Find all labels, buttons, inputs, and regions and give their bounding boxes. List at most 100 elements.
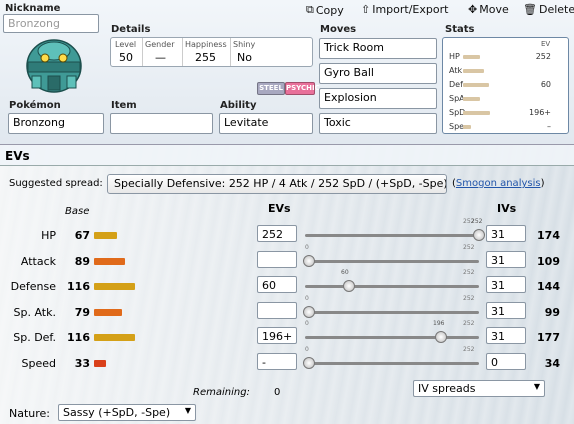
remaining-label: Remaining: (193, 387, 250, 398)
stat-name: Defense (10, 280, 56, 294)
nickname-input[interactable]: Bronzong (3, 14, 99, 33)
stat-name: Sp. Def. (13, 331, 56, 345)
stat-row: HP 67 252 252 252 31 174 (0, 218, 574, 251)
ev-input[interactable]: 60 (257, 276, 297, 294)
copy-label: Copy (315, 3, 344, 17)
type-badge-psychic: PSYCHIC (285, 82, 320, 95)
stats-ev-header: EV (541, 40, 551, 48)
slider-max-label: 252 (463, 243, 475, 251)
chevron-down-icon: ▼ (184, 406, 191, 415)
pokemon-label: Pokémon (9, 100, 61, 111)
ev-slider-handle[interactable] (343, 280, 355, 293)
base-stat-value: 116 (67, 331, 90, 345)
shiny-label: Shiny (233, 40, 256, 49)
ev-slider-handle[interactable] (303, 357, 315, 369)
ev-input[interactable]: 252 (257, 225, 297, 242)
iv-spreads-select[interactable]: IV spreads ▼ (413, 380, 545, 397)
stat-name: Attack (20, 254, 56, 268)
stat-row: Attack 89 0 252 31 109 (0, 244, 574, 277)
nature-select[interactable]: Sassy (+SpD, -Spe) ▼ (58, 404, 196, 421)
shiny-value: No (237, 51, 252, 64)
remaining-value: 0 (274, 387, 281, 398)
ev-editor-panel: EVs Suggested spread: Specially Defensiv… (0, 145, 574, 424)
base-stat-value: 89 (74, 254, 90, 268)
smogon-analysis-link[interactable]: Smogon analysis (456, 178, 541, 189)
stat-summary-label: Spe (449, 122, 465, 131)
stat-summary-ev: – (547, 122, 551, 131)
stat-summary-bar (463, 97, 480, 101)
stat-summary-bar (463, 69, 484, 73)
base-stat-value: 33 (74, 357, 90, 370)
ev-slider-handle[interactable] (435, 331, 447, 344)
stat-summary-ev: 196+ (529, 108, 551, 117)
ev-slider-track[interactable] (305, 234, 479, 237)
stat-summary-bar (463, 125, 471, 129)
stat-name: Sp. Atk. (13, 305, 56, 319)
ev-slider-track[interactable] (305, 285, 479, 289)
stat-row: Sp. Atk. 79 0 252 31 99 (0, 295, 574, 328)
ev-input[interactable]: 196+ (257, 327, 297, 345)
ability-input[interactable]: Levitate (219, 113, 313, 134)
iv-input[interactable]: 0 (486, 353, 526, 370)
base-stat-value: 116 (67, 280, 90, 294)
ev-slider-track[interactable] (305, 259, 479, 263)
copy-button[interactable]: ⧉ Copy (306, 3, 344, 17)
stat-name: HP (41, 229, 56, 242)
base-stat-value: 67 (74, 229, 90, 242)
pokemon-input[interactable]: Bronzong (8, 113, 104, 134)
ev-slider-handle[interactable] (473, 229, 485, 241)
delete-label: Delete (538, 3, 574, 16)
slider-min-label: 0 (305, 243, 309, 251)
slider-value-label: 60 (341, 269, 349, 277)
ev-input[interactable]: - (257, 353, 297, 370)
ev-slider-track[interactable] (305, 362, 479, 365)
slider-min-label: 0 (305, 320, 309, 328)
import-export-label: Import/Export (372, 3, 449, 16)
move-4-input[interactable]: Toxic (319, 113, 437, 134)
iv-input[interactable]: 31 (486, 250, 526, 268)
slider-max-label: 252 (463, 346, 475, 353)
ev-slider-handle[interactable] (303, 254, 315, 267)
stat-summary-bar (463, 55, 480, 59)
ev-slider-handle[interactable] (303, 305, 315, 318)
move-button[interactable]: ✥ Move (468, 3, 509, 16)
ability-label: Ability (220, 100, 257, 111)
move-1-input[interactable]: Trick Room (319, 38, 437, 59)
stat-summary-label: HP (449, 52, 460, 61)
details-label: Details (111, 24, 151, 35)
move-2-input[interactable]: Gyro Ball (319, 63, 437, 84)
iv-spreads-value: IV spreads (418, 382, 476, 395)
ev-input[interactable] (257, 301, 297, 319)
base-header: Base (65, 206, 90, 217)
item-input[interactable] (110, 113, 213, 134)
base-stat-bar (94, 308, 122, 316)
slider-value-label: 252 (471, 218, 483, 225)
iv-input[interactable]: 31 (486, 225, 526, 242)
delete-button[interactable]: 🗑 Delete (523, 3, 574, 16)
iv-input[interactable]: 31 (486, 276, 526, 294)
slider-max-label: 252 (463, 320, 475, 328)
import-export-button[interactable]: ⇧ Import/Export (361, 3, 448, 16)
copy-icon: ⧉ (306, 3, 314, 16)
details-box[interactable]: Level 50 Gender — Happiness 255 Shiny No (110, 37, 313, 67)
level-label: Level (115, 40, 137, 49)
ev-slider-track[interactable] (305, 310, 479, 314)
nature-label: Nature: (9, 407, 51, 420)
base-stat-value: 79 (74, 305, 90, 319)
move-label: Move (479, 3, 509, 16)
stats-summary-box[interactable]: EV HP 252 Atk Def 60 SpA SpD 196+ Spe – (442, 37, 569, 134)
ev-slider-track[interactable] (305, 336, 479, 340)
move-3-input[interactable]: Explosion (319, 88, 437, 109)
evs-title: EVs (5, 149, 30, 163)
slider-value-label: 196 (433, 320, 445, 328)
suggested-spread-button[interactable]: Specially Defensive: 252 HP / 4 Atk / 25… (107, 174, 447, 194)
iv-input[interactable]: 31 (486, 327, 526, 345)
ev-input[interactable] (257, 250, 297, 268)
suggested-spread-label: Suggested spread: (9, 178, 103, 189)
stat-total: 144 (537, 280, 560, 294)
iv-input[interactable]: 31 (486, 301, 526, 319)
chevron-down-icon: ▼ (533, 382, 540, 391)
ivs-header: IVs (497, 202, 517, 215)
trash-icon: 🗑 (523, 3, 537, 16)
nature-value: Sassy (+SpD, -Spe) (63, 406, 171, 419)
